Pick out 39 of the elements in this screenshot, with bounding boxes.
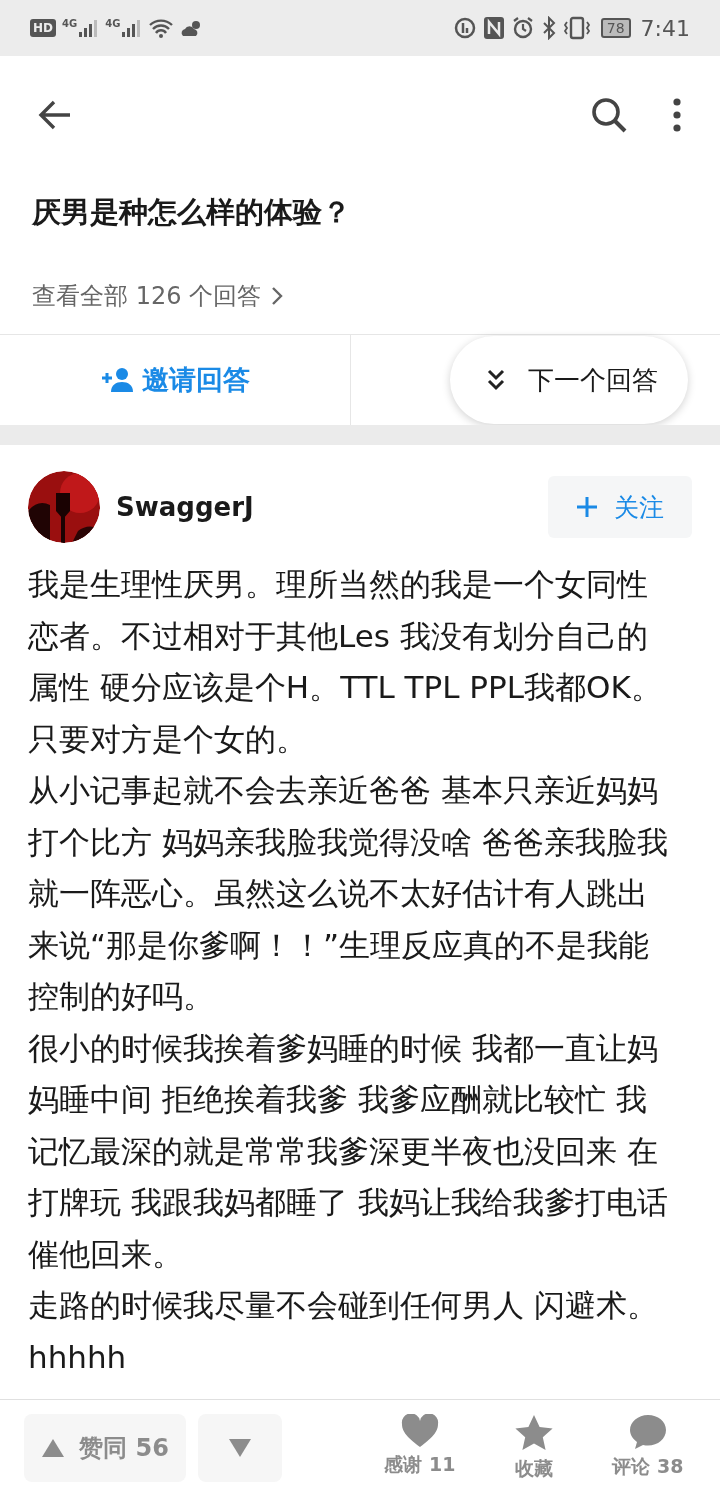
- plus-icon: [576, 496, 598, 518]
- signal-icon: [120, 18, 143, 38]
- battery-indicator: 78: [600, 18, 631, 38]
- author-name[interactable]: SwaggerJ: [116, 492, 548, 522]
- data-saver-icon: [452, 16, 477, 40]
- back-arrow-icon[interactable]: [38, 100, 72, 130]
- status-time: 7:41: [640, 15, 690, 41]
- network-label: 4G: [105, 18, 121, 29]
- follow-button[interactable]: 关注: [548, 476, 692, 538]
- answer-paragraph: 我是生理性厌男。理所当然的我是一个女同性恋者。不过相对于其他Les 我没有划分自己的属性 硬分应该是个H。TTL TPL PPL我都OK。只要对方是个女的。: [28, 565, 663, 759]
- search-icon[interactable]: [590, 96, 628, 134]
- vibrate-icon: [562, 16, 591, 40]
- favorite-button[interactable]: 收藏: [486, 1414, 582, 1482]
- comment-button[interactable]: 评论 38: [600, 1414, 696, 1482]
- more-icon[interactable]: [672, 98, 682, 132]
- chevron-right-icon: [271, 286, 284, 306]
- answer-paragraph: hhhhh: [28, 1337, 128, 1377]
- answer-paragraph: 走路的时候我尽量不会碰到任何男人 闪避术。: [28, 1286, 659, 1325]
- downvote-button[interactable]: [198, 1414, 282, 1482]
- thanks-button[interactable]: 感谢 11: [372, 1414, 468, 1482]
- question-title: 厌男是种怎么样的体验？: [32, 194, 352, 231]
- upvote-button[interactable]: 赞同 56: [24, 1414, 186, 1482]
- star-icon: [514, 1414, 554, 1452]
- heart-icon: [401, 1414, 439, 1448]
- comment-icon: [629, 1414, 667, 1450]
- triangle-up-icon: [41, 1438, 66, 1458]
- answer-paragraph: 很小的时候我挨着爹妈睡的时候 我都一直让妈妈睡中间 拒绝挨着我爹 我爹应酬就比较忙 我记忆最深的就是常常我爹深更半夜也没回来 在打牌玩 我跟我妈都睡了 我妈让我给我爹打电话催他回来。: [28, 1028, 669, 1274]
- double-chevron-down-icon: [486, 368, 506, 392]
- add-person-icon: [99, 367, 134, 393]
- nfc-icon: [482, 16, 505, 40]
- answer-paragraph: 从小记事起就不会去亲近爸爸 基本只亲近妈妈打个比方 妈妈亲我脸我觉得没啥 爸爸亲我脸我就一阵恶心。虽然这么说不太好估计有人跳出来说“那是你爹啊！！”生理反应真的不是我能控制的好吗。: [28, 771, 669, 1016]
- wifi-icon: [148, 17, 175, 39]
- signal-icon: [77, 18, 100, 38]
- bluetooth-icon: [540, 16, 557, 40]
- hd-badge: HD: [30, 19, 56, 37]
- next-answer-button[interactable]: 下一个回答: [450, 336, 688, 424]
- triangle-down-icon: [228, 1438, 252, 1458]
- all-answers-link[interactable]: 查看全部 126 个回答: [32, 280, 262, 312]
- network-label: 4G: [62, 18, 78, 29]
